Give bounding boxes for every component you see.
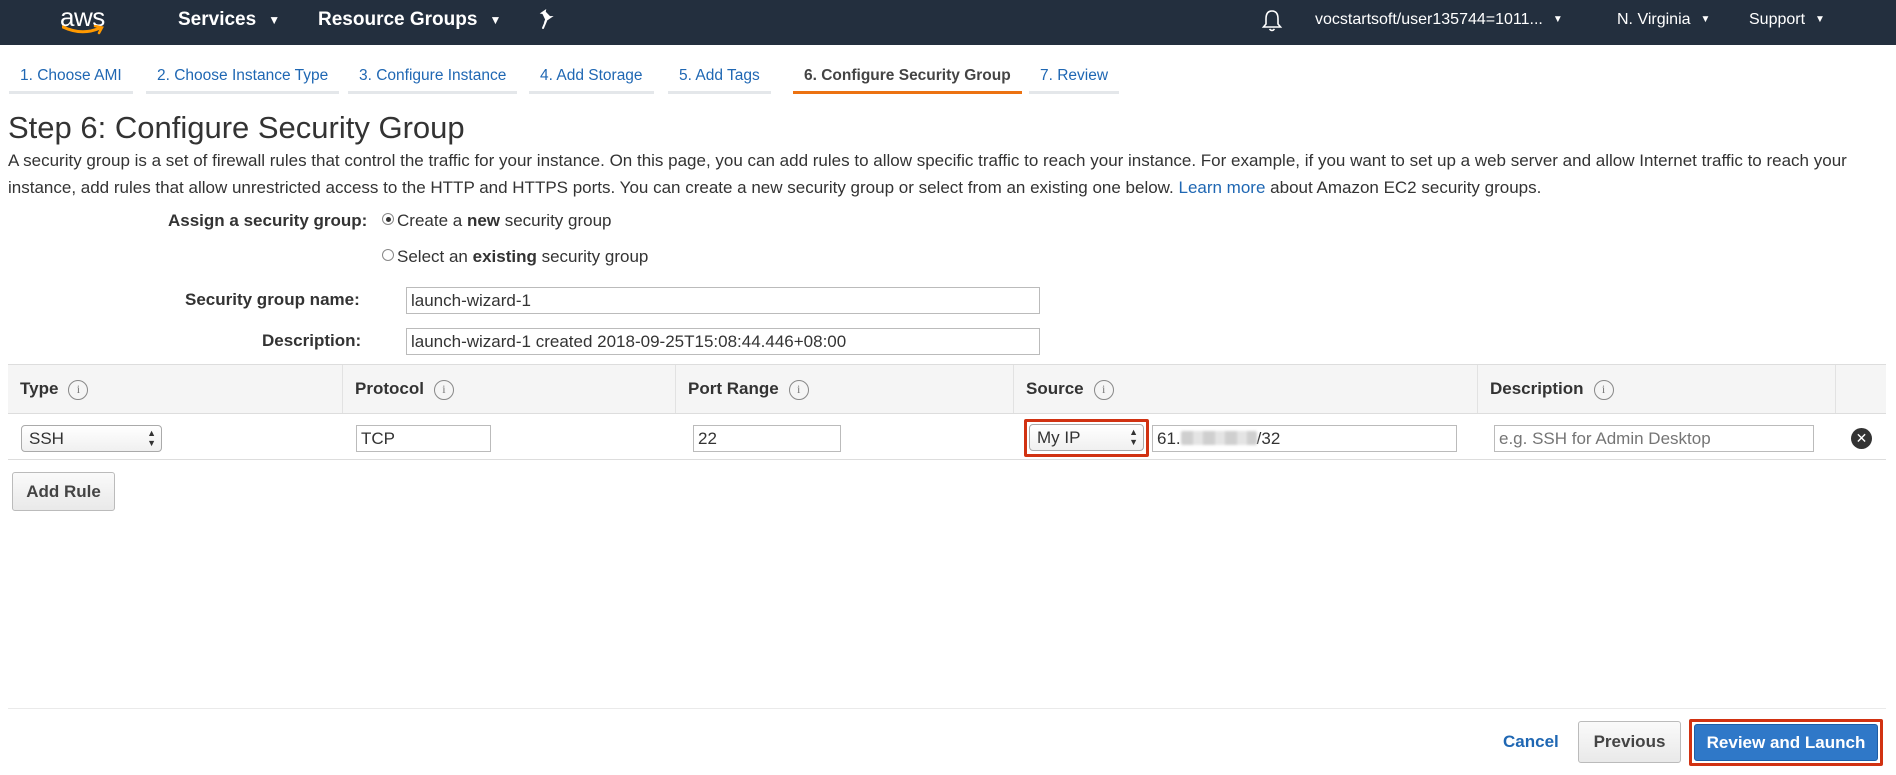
- account-menu[interactable]: vocstartsoft/user135744=1011... ▼: [1315, 0, 1563, 45]
- resource-groups-label: Resource Groups: [318, 9, 478, 31]
- chevron-down-icon: ▼: [268, 13, 281, 27]
- support-menu[interactable]: Support ▼: [1749, 0, 1825, 45]
- column-header-protocol: Protocol i: [342, 365, 675, 413]
- description-header-label: Description: [1490, 379, 1584, 398]
- protocol-field: TCP: [356, 425, 491, 452]
- create-new-suffix: security group: [500, 211, 612, 230]
- tab-add-storage[interactable]: 4. Add Storage: [529, 60, 654, 94]
- previous-button[interactable]: Previous: [1578, 721, 1681, 763]
- source-header-label: Source: [1026, 379, 1084, 398]
- services-menu[interactable]: Services ▼: [178, 0, 280, 45]
- info-icon[interactable]: i: [1593, 379, 1614, 400]
- type-header-label: Type: [20, 379, 59, 398]
- tab-configure-security-group[interactable]: 6. Configure Security Group: [793, 60, 1022, 94]
- radio-create-new-group[interactable]: Create a new security group: [382, 211, 612, 231]
- chevron-down-icon: ▼: [489, 13, 502, 27]
- add-rule-button[interactable]: Add Rule: [12, 472, 115, 511]
- select-arrows-icon: ▲ ▼: [147, 428, 156, 448]
- radio-select-existing-group[interactable]: Select an existing security group: [382, 247, 648, 267]
- page-title: Step 6: Configure Security Group: [8, 110, 465, 145]
- info-icon[interactable]: i: [68, 379, 89, 400]
- source-ip-suffix: /32: [1256, 429, 1281, 448]
- info-icon[interactable]: i: [788, 379, 809, 400]
- source-select-value: My IP: [1037, 428, 1081, 447]
- resource-groups-menu[interactable]: Resource Groups ▼: [318, 0, 501, 45]
- tab-add-tags[interactable]: 5. Add Tags: [668, 60, 771, 94]
- source-ip-prefix: 61.: [1157, 429, 1181, 448]
- intro-suffix: about Amazon EC2 security groups.: [1270, 178, 1542, 197]
- description-label: Description:: [262, 331, 362, 350]
- account-label: vocstartsoft/user135744=1011...: [1315, 11, 1543, 29]
- description-input[interactable]: launch-wizard-1 created 2018-09-25T15:08…: [406, 328, 1040, 355]
- type-select-value: SSH: [29, 429, 64, 448]
- create-new-prefix: Create a: [397, 211, 467, 230]
- tab-review[interactable]: 7. Review: [1029, 60, 1120, 94]
- review-and-launch-button[interactable]: Review and Launch: [1694, 724, 1878, 761]
- tab-choose-ami[interactable]: 1. Choose AMI: [9, 60, 133, 94]
- pin-icon[interactable]: [538, 8, 558, 30]
- select-existing-prefix: Select an: [397, 247, 473, 266]
- top-navbar: aws Services ▼ Resource Groups ▼ vocstarts…: [0, 0, 1896, 45]
- security-group-name-label: Security group name:: [185, 290, 360, 309]
- aws-smile-icon: [62, 25, 104, 35]
- rule-description-input[interactable]: [1494, 425, 1814, 452]
- column-header-port-range: Port Range i: [675, 365, 1013, 413]
- info-icon[interactable]: i: [1093, 379, 1114, 400]
- bell-icon[interactable]: [1261, 9, 1283, 33]
- info-icon[interactable]: i: [433, 379, 454, 400]
- port-range-field: 22: [693, 425, 841, 452]
- aws-logo[interactable]: aws: [60, 2, 112, 38]
- create-new-bold: new: [466, 211, 500, 230]
- protocol-header-label: Protocol: [355, 379, 424, 398]
- column-header-description: Description i: [1477, 365, 1835, 413]
- tab-choose-instance-type[interactable]: 2. Choose Instance Type: [146, 60, 340, 94]
- region-menu[interactable]: N. Virginia ▼: [1617, 0, 1710, 45]
- rules-table-header: Type i Protocol i Port Range i Source i Desc…: [8, 364, 1886, 414]
- intro-text: A security group is a set of firewall ru…: [8, 151, 1847, 197]
- redacted-ip-blur: [1180, 431, 1257, 445]
- source-ip-field: 61. /32: [1152, 425, 1457, 452]
- source-select[interactable]: My IP ▲ ▼: [1029, 424, 1144, 451]
- chevron-down-icon: ▼: [1552, 14, 1563, 25]
- type-select[interactable]: SSH ▲ ▼: [21, 425, 162, 452]
- remove-circle-icon[interactable]: ✕: [1851, 428, 1872, 449]
- chevron-down-icon: ▼: [1815, 14, 1825, 25]
- select-existing-bold: existing: [472, 247, 537, 266]
- region-label: N. Virginia: [1617, 11, 1691, 29]
- radio-button-checked[interactable]: [382, 213, 394, 225]
- assign-security-group-label: Assign a security group:: [168, 211, 368, 230]
- services-label: Services: [178, 9, 257, 31]
- cancel-button[interactable]: Cancel: [1503, 732, 1559, 752]
- footer-divider: [8, 708, 1886, 709]
- learn-more-link[interactable]: Learn more: [1178, 178, 1265, 197]
- column-header-type: Type i: [8, 365, 342, 413]
- port-range-header-label: Port Range: [688, 379, 779, 398]
- wizard-steps: 1. Choose AMI 2. Choose Instance Type 3.…: [0, 60, 1896, 96]
- intro-paragraph: A security group is a set of firewall ru…: [8, 147, 1893, 201]
- column-header-source: Source i: [1013, 365, 1477, 413]
- select-arrows-icon: ▲ ▼: [1129, 427, 1138, 447]
- tab-configure-instance[interactable]: 3. Configure Instance: [348, 60, 518, 94]
- column-header-actions: [1835, 365, 1886, 413]
- support-label: Support: [1749, 11, 1806, 29]
- chevron-down-icon: ▼: [1700, 14, 1711, 25]
- radio-button-unchecked[interactable]: [382, 249, 394, 261]
- select-existing-suffix: security group: [536, 247, 649, 266]
- security-group-name-input[interactable]: launch-wizard-1: [406, 287, 1040, 314]
